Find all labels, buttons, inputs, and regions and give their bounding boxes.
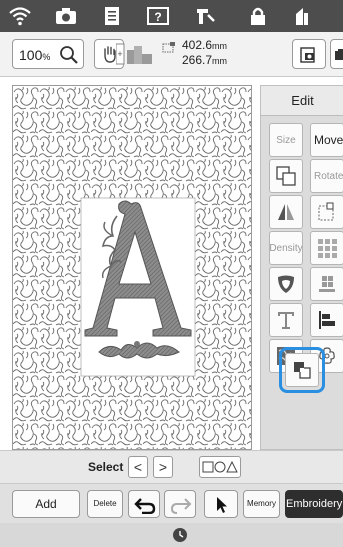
footer — [0, 523, 343, 547]
rotate-label: Rotate — [314, 170, 343, 182]
memory-button[interactable]: Memory — [243, 490, 280, 518]
needle-icon[interactable] — [194, 5, 218, 27]
redo-button[interactable] — [164, 490, 196, 518]
home-icon[interactable] — [290, 5, 314, 27]
size-button[interactable]: Size — [269, 123, 303, 157]
select-shape-button[interactable] — [199, 456, 241, 478]
select-bar: Select < > — [0, 450, 343, 483]
camera-icon[interactable] — [54, 5, 78, 27]
clock-icon[interactable] — [172, 527, 188, 543]
svg-text:?: ? — [154, 10, 161, 24]
redo-icon — [170, 498, 192, 514]
monogram-letter-a[interactable] — [80, 197, 196, 377]
zoom-level: 100% — [19, 47, 51, 63]
frame-camera-icon — [300, 47, 315, 63]
undo-icon — [134, 498, 156, 514]
border-icon — [318, 202, 334, 221]
shapes-icon — [202, 460, 238, 473]
group-select-icon — [294, 362, 311, 379]
move-button[interactable]: Move — [310, 123, 343, 157]
help-icon[interactable]: ? — [146, 5, 170, 27]
camera-icon — [335, 49, 343, 60]
group-button[interactable] — [269, 159, 303, 193]
select-previous-button[interactable]: < — [128, 456, 148, 478]
wifi-icon[interactable] — [8, 5, 32, 27]
density-label: Density — [269, 242, 303, 254]
shield-icon — [278, 275, 294, 293]
multi-color-button[interactable] — [310, 267, 343, 301]
flip-horizontal-icon — [278, 204, 294, 220]
size-icon — [162, 42, 175, 53]
view-toolbar: 100% + 402.6mm 266.7mm — [0, 32, 343, 77]
border-button[interactable] — [310, 195, 343, 229]
flip-button[interactable] — [269, 195, 303, 229]
move-label: Move — [314, 133, 343, 147]
add-button[interactable]: Add — [12, 490, 80, 518]
pointer-button[interactable] — [204, 490, 238, 518]
array-icon — [318, 239, 337, 258]
undo-button[interactable] — [128, 490, 160, 518]
rotate-button[interactable]: Rotate — [310, 159, 343, 193]
edit-panel: Edit Size Move Rotate Density — [260, 85, 343, 450]
status-toolbar: ? — [0, 0, 343, 32]
density-button[interactable]: Density — [269, 231, 303, 265]
text-edit-button[interactable] — [269, 303, 303, 337]
align-left-icon — [319, 311, 335, 329]
minimap-icon[interactable]: + — [116, 40, 154, 68]
lock-icon[interactable] — [246, 5, 270, 27]
select-label: Select — [88, 460, 124, 474]
svg-text:+: + — [117, 49, 122, 59]
design-width: 402.6mm — [182, 38, 228, 52]
text-icon — [278, 312, 294, 329]
camera-view-button[interactable] — [330, 39, 343, 69]
group-select-button[interactable] — [285, 353, 319, 387]
cursor-icon — [217, 497, 227, 513]
array-button[interactable] — [310, 231, 343, 265]
align-button[interactable] — [310, 303, 343, 337]
delete-button[interactable]: Delete — [87, 490, 123, 518]
magnifier-icon — [60, 46, 78, 64]
design-height: 266.7mm — [182, 53, 228, 67]
select-next-button[interactable]: > — [153, 456, 173, 478]
grid-icon — [319, 276, 335, 292]
scan-button[interactable] — [292, 39, 326, 69]
document-icon[interactable] — [100, 5, 124, 27]
bottom-bar: Add Delete Memory Embroidery — [0, 483, 343, 523]
zoom-button[interactable]: 100% — [12, 39, 84, 69]
group-icon — [276, 166, 296, 186]
applique-button[interactable] — [269, 267, 303, 301]
tab-edit[interactable]: Edit — [261, 86, 343, 116]
embroidery-button[interactable]: Embroidery — [285, 490, 343, 518]
embroidery-canvas[interactable] — [12, 85, 252, 450]
size-label: Size — [276, 134, 296, 146]
